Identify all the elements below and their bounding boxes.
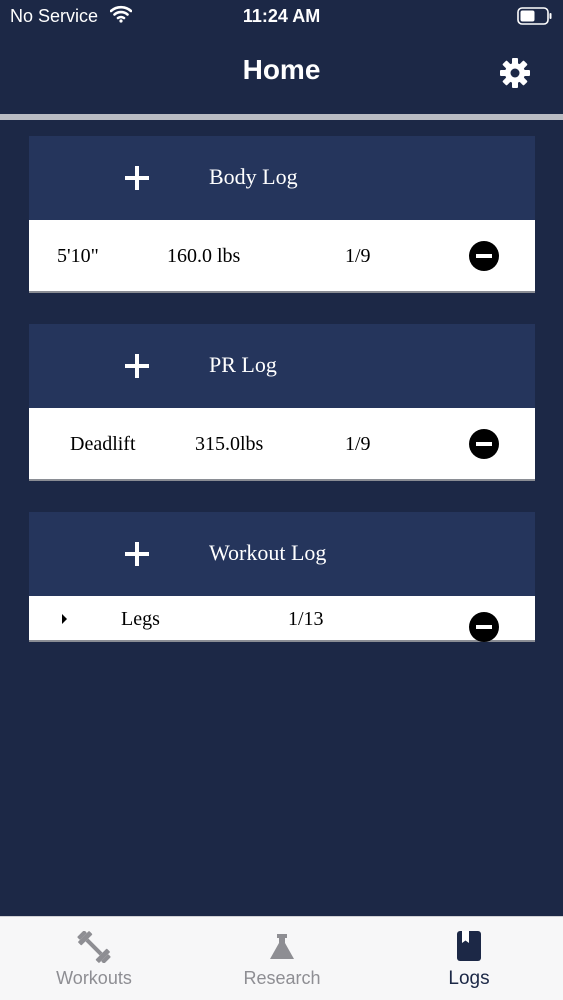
flask-icon xyxy=(188,931,376,963)
header-divider xyxy=(0,114,563,120)
gear-icon[interactable] xyxy=(498,56,532,90)
body-height: 5'10" xyxy=(57,245,99,267)
tab-workouts[interactable]: Workouts xyxy=(0,917,188,1000)
tab-bar: Workouts Research Logs xyxy=(0,916,563,1000)
pr-log-entry[interactable]: Deadlift 315.0lbs 1/9 xyxy=(29,408,535,481)
workout-name: Legs xyxy=(121,608,160,630)
page-title: Home xyxy=(242,54,321,85)
pr-weight: 315.0lbs xyxy=(195,433,264,455)
body-weight: 160.0 lbs xyxy=(167,245,241,267)
pr-log-header: PR Log xyxy=(29,324,535,408)
tab-research[interactable]: Research xyxy=(188,917,376,1000)
pr-log-title: PR Log xyxy=(209,352,277,377)
battery-icon xyxy=(517,7,553,30)
navigation-header: Home xyxy=(0,34,563,114)
body-log-entry[interactable]: 5'10" 160.0 lbs 1/9 xyxy=(29,220,535,293)
pr-exercise: Deadlift xyxy=(70,433,136,455)
book-icon xyxy=(375,931,563,963)
delete-pr-entry-button[interactable] xyxy=(469,429,499,459)
add-pr-log-button[interactable] xyxy=(125,354,149,378)
dumbbell-icon xyxy=(0,930,188,964)
workout-log-entry[interactable]: Legs 1/13 xyxy=(29,596,535,642)
workout-log-date: 1/13 xyxy=(288,608,324,630)
workout-log-header: Workout Log xyxy=(29,512,535,596)
tab-workouts-label: Workouts xyxy=(56,968,132,988)
add-workout-log-button[interactable] xyxy=(125,542,149,566)
clock-time: 11:24 AM xyxy=(242,6,321,26)
body-log-date: 1/9 xyxy=(345,245,371,267)
body-log-title: Body Log xyxy=(209,164,298,189)
tab-logs[interactable]: Logs xyxy=(375,917,563,1000)
add-body-log-button[interactable] xyxy=(125,166,149,190)
pr-log-date: 1/9 xyxy=(345,433,371,455)
workout-log-title: Workout Log xyxy=(209,540,327,565)
tab-logs-label: Logs xyxy=(448,968,490,989)
expand-caret-icon[interactable] xyxy=(62,614,67,624)
status-bar: No Service 11:24 AM xyxy=(0,0,563,34)
delete-workout-entry-button[interactable] xyxy=(469,612,499,642)
tab-research-label: Research xyxy=(243,968,321,988)
body-log-header: Body Log xyxy=(29,136,535,220)
delete-body-entry-button[interactable] xyxy=(469,241,499,271)
